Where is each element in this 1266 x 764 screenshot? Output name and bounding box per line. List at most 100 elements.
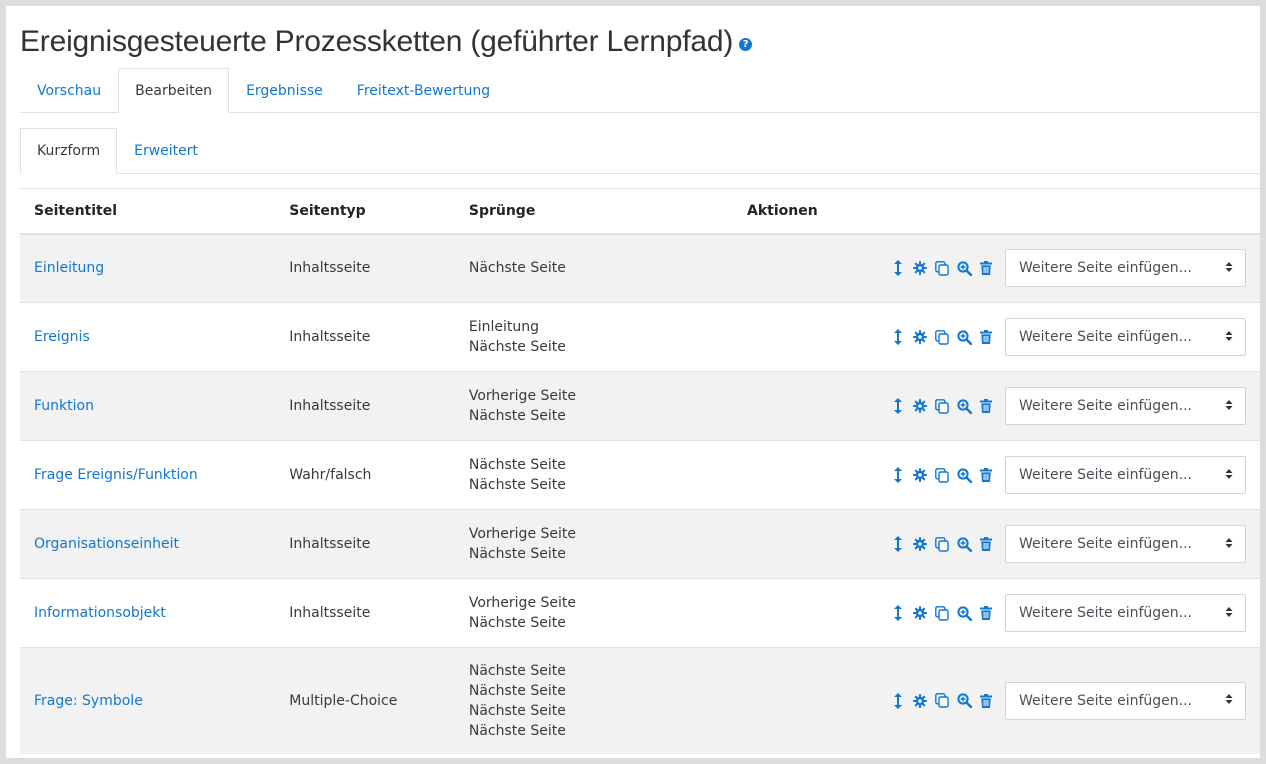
select-value: Weitere Seite einfügen... [1019, 692, 1192, 709]
cell-spruenge: Vorherige Seite Nächste Seite [454, 509, 597, 579]
action-icons [887, 257, 997, 279]
sort-caret-icon [1225, 693, 1233, 708]
cell-seitentitel: Ereignis [20, 302, 276, 372]
cell-spruenge: Vorherige Seite Nächste Seite [454, 578, 597, 648]
cell-seitentitel: Informationsobjekt [20, 578, 276, 648]
page-title: Ereignisgesteuerte Prozessketten (geführ… [20, 25, 734, 58]
sort-caret-icon [1225, 606, 1233, 621]
cell-aktionen: Weitere Seite einfügen... [597, 440, 1260, 510]
delete-icon[interactable] [975, 690, 997, 712]
insert-page-select[interactable]: Weitere Seite einfügen... [1005, 456, 1246, 494]
settings-icon[interactable] [909, 395, 931, 417]
subtab-kurzform[interactable]: Kurzform [20, 128, 118, 174]
settings-icon[interactable] [909, 326, 931, 348]
primary-tabs: Vorschau Bearbeiten Ergebnisse Freitext-Bew… [20, 68, 1260, 113]
preview-icon[interactable] [953, 257, 975, 279]
table-row: Einleitung Inhaltsseite Nächste Seite Weite… [20, 233, 1260, 303]
move-icon[interactable] [887, 602, 909, 624]
preview-icon[interactable] [953, 602, 975, 624]
header-spruenge: Sprünge [454, 188, 597, 235]
delete-icon[interactable] [975, 395, 997, 417]
jump-label: Vorherige Seite [468, 388, 576, 404]
cell-seitentitel: Organisationseinheit [20, 509, 276, 579]
cell-spruenge: Nächste Seite Nächste Seite [454, 440, 597, 510]
page-title-link[interactable]: Informationsobjekt [34, 605, 166, 621]
tab-ergebnisse[interactable]: Ergebnisse [229, 68, 340, 113]
action-icons [887, 326, 997, 348]
sort-caret-icon [1225, 399, 1233, 414]
tab-bearbeiten[interactable]: Bearbeiten [118, 68, 230, 113]
cell-aktionen: Weitere Seite einfügen... [597, 233, 1260, 303]
delete-icon[interactable] [975, 257, 997, 279]
table-row: Frage: Symbole Multiple-Choice Nächste Sei… [20, 647, 1260, 754]
move-icon[interactable] [887, 690, 909, 712]
duplicate-icon[interactable] [931, 690, 953, 712]
duplicate-icon[interactable] [931, 326, 953, 348]
insert-page-select[interactable]: Weitere Seite einfügen... [1005, 594, 1246, 632]
cell-seitentyp: Inhaltsseite [275, 371, 455, 441]
jump-label: Nächste Seite [468, 477, 566, 493]
cell-spruenge: Einleitung Nächste Seite [454, 302, 597, 372]
cell-seitentitel: Frage: Symbole [20, 647, 276, 754]
settings-icon[interactable] [909, 464, 931, 486]
settings-icon[interactable] [909, 257, 931, 279]
select-value: Weitere Seite einfügen... [1019, 329, 1192, 345]
delete-icon[interactable] [975, 464, 997, 486]
delete-icon[interactable] [975, 602, 997, 624]
preview-icon[interactable] [953, 326, 975, 348]
preview-icon[interactable] [953, 395, 975, 417]
action-icons [887, 602, 997, 624]
table-row: Frage Ereignis/Funktion Wahr/falsch Nächst… [20, 440, 1260, 510]
insert-page-select[interactable]: Weitere Seite einfügen... [1005, 525, 1246, 563]
settings-icon[interactable] [909, 690, 931, 712]
delete-icon[interactable] [975, 533, 997, 555]
cell-seitentitel: Funktion [20, 371, 276, 441]
page-title-link[interactable]: Ereignis [34, 329, 90, 345]
jump-label: Nächste Seite [468, 260, 566, 277]
cell-seitentyp: Inhaltsseite [275, 233, 455, 303]
delete-icon[interactable] [975, 326, 997, 348]
move-icon[interactable] [887, 464, 909, 486]
settings-icon[interactable] [909, 533, 931, 555]
page-title-link[interactable]: Frage: Symbole [34, 693, 143, 709]
page-frame: Ereignisgesteuerte Prozessketten (geführ… [6, 6, 1260, 758]
move-icon[interactable] [887, 533, 909, 555]
page-title-link[interactable]: Organisationseinheit [34, 536, 179, 552]
move-icon[interactable] [887, 257, 909, 279]
jump-label: Einleitung [468, 319, 539, 335]
page-title-link[interactable]: Funktion [34, 398, 94, 414]
move-icon[interactable] [887, 395, 909, 417]
move-icon[interactable] [887, 326, 909, 348]
duplicate-icon[interactable] [931, 533, 953, 555]
table-row: Funktion Inhaltsseite Vorherige Seite Nächs… [20, 371, 1260, 441]
table-row: Ereignis Inhaltsseite Einleitung Nächste Se… [20, 302, 1260, 372]
settings-icon[interactable] [909, 602, 931, 624]
duplicate-icon[interactable] [931, 395, 953, 417]
preview-icon[interactable] [953, 533, 975, 555]
insert-page-select[interactable]: Weitere Seite einfügen... [1005, 387, 1246, 425]
cell-spruenge: Nächste Seite Nächste Seite Nächste Seite N… [454, 647, 597, 754]
jump-label: Nächste Seite [468, 662, 566, 679]
subtab-erweitert[interactable]: Erweitert [117, 128, 215, 174]
tab-vorschau[interactable]: Vorschau [20, 68, 118, 113]
cell-aktionen: Weitere Seite einfügen... [597, 509, 1260, 579]
insert-page-select[interactable]: Weitere Seite einfügen... [1005, 318, 1246, 356]
table-row: Informationsobjekt Inhaltsseite Vorherige … [20, 578, 1260, 648]
jump-label: Nächste Seite [468, 546, 566, 562]
insert-page-select[interactable]: Weitere Seite einfügen... [1005, 681, 1246, 720]
duplicate-icon[interactable] [931, 257, 953, 279]
jump-label: Vorherige Seite [468, 595, 576, 611]
preview-icon[interactable] [953, 464, 975, 486]
cell-aktionen: Weitere Seite einfügen... [597, 578, 1260, 648]
preview-icon[interactable] [953, 690, 975, 712]
question-circle-icon[interactable]: ? [739, 37, 753, 51]
insert-page-select[interactable]: Weitere Seite einfügen... [1005, 249, 1246, 288]
duplicate-icon[interactable] [931, 464, 953, 486]
pages-table: Seitentitel Seitentyp Sprünge Aktionen E… [20, 188, 1260, 754]
duplicate-icon[interactable] [931, 602, 953, 624]
action-icons [887, 690, 997, 712]
tab-freitext-bewertung[interactable]: Freitext-Bewertung [340, 68, 507, 113]
page-title-link[interactable]: Einleitung [34, 260, 104, 276]
page-title-link[interactable]: Frage Ereignis/Funktion [34, 467, 198, 483]
table-body: Einleitung Inhaltsseite Nächste Seite Weite… [20, 233, 1260, 754]
